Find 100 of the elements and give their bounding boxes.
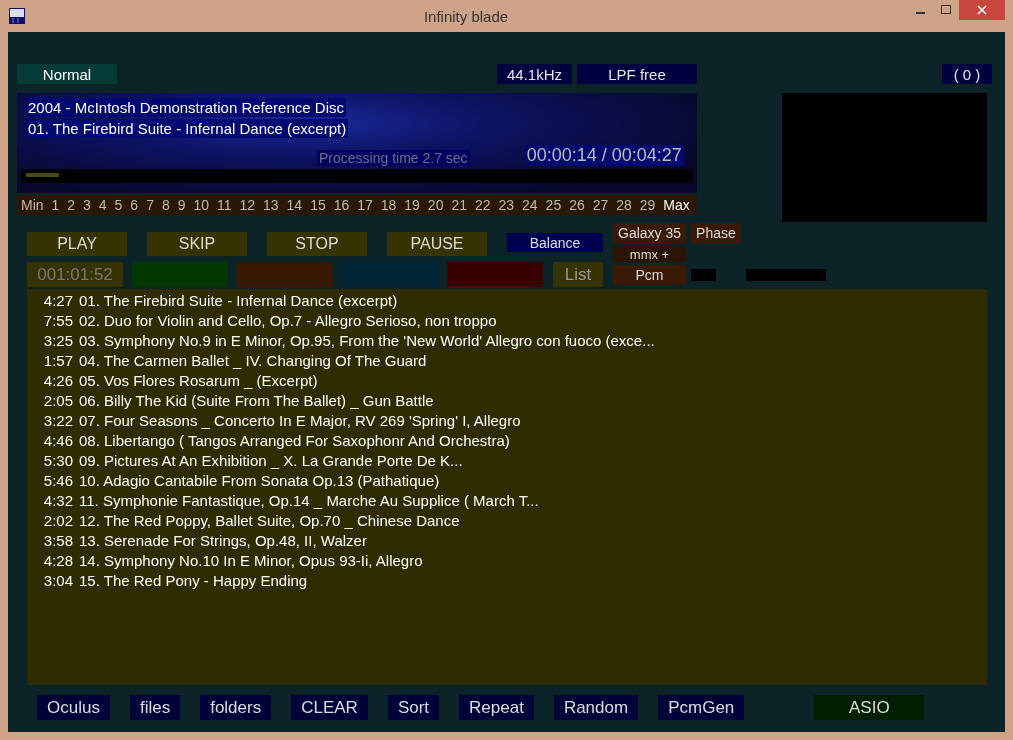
transport-button[interactable]: PAUSE xyxy=(387,232,487,256)
elapsed-time: 001:01:52 xyxy=(27,262,123,287)
scale-step[interactable]: Min xyxy=(21,195,44,215)
scale-step[interactable]: 1 xyxy=(51,195,60,215)
transport-button[interactable]: PLAY xyxy=(27,232,127,256)
scale-step[interactable]: 28 xyxy=(616,195,632,215)
track-title[interactable]: 01. The Firebird Suite - Infernal Dance (excerpt) xyxy=(79,291,398,311)
scale-step[interactable]: 2 xyxy=(67,195,76,215)
track-title[interactable]: 08. Libertango ( Tangos Arranged For Saxophonr And Orchestra) xyxy=(79,431,510,451)
track-title[interactable]: 12. The Red Poppy, Ballet Suite, Op.70 _ Chinese Dance xyxy=(79,511,460,531)
album-title: 2004 - McIntosh Demonstration Reference Disc xyxy=(26,98,346,117)
scale-step[interactable]: 14 xyxy=(286,195,303,215)
scale-step[interactable]: 3 xyxy=(83,195,91,215)
track-duration: 3:22 xyxy=(42,411,73,431)
track-duration: 3:04 xyxy=(42,571,73,591)
playback-time: 00:00:14 / 00:04:27 xyxy=(524,145,684,166)
track-duration: 4:32 xyxy=(42,491,73,511)
track-title[interactable]: 09. Pictures At An Exhibition _ X. La Grande Porte De K... xyxy=(79,451,463,471)
scale-step[interactable]: 11 xyxy=(216,195,232,215)
scale-step[interactable]: 6 xyxy=(130,195,139,215)
scale-step[interactable]: 23 xyxy=(498,195,515,215)
scale-step[interactable]: 12 xyxy=(239,195,256,215)
toolbar-button[interactable]: ASIO xyxy=(814,695,925,720)
toolbar-button[interactable]: folders xyxy=(200,695,272,720)
minimize-icon xyxy=(915,12,925,14)
scale-step[interactable]: 5 xyxy=(114,195,123,215)
track-title[interactable]: 13. Serenade For Strings, Op.48, II, Walzer xyxy=(79,531,367,551)
mode-label: Normal xyxy=(17,64,117,84)
track-title[interactable]: 11. Symphonie Fantastique, Op.14 _ Marche Au Supplice ( March T... xyxy=(79,491,539,511)
sample-rate-label: 44.1kHz xyxy=(497,64,572,84)
scale-step[interactable]: 9 xyxy=(177,195,186,215)
scale-step[interactable]: 24 xyxy=(522,195,538,215)
toolbar-button[interactable]: files xyxy=(129,695,181,720)
track-title[interactable]: 06. Billy The Kid (Suite From The Ballet) _ Gun Battle xyxy=(79,391,434,411)
color-swatch[interactable] xyxy=(237,262,333,287)
pcm-button[interactable]: Pcm xyxy=(613,265,687,285)
track-title: 01. The Firebird Suite - Infernal Dance (excerpt) xyxy=(26,119,349,138)
track-duration: 4:26 xyxy=(42,371,73,391)
track-title[interactable]: 04. The Carmen Ballet _ IV. Changing Of The Guard xyxy=(79,351,427,371)
scale-step[interactable]: 7 xyxy=(146,195,154,215)
track-duration: 3:25 xyxy=(42,331,73,351)
progress-bar[interactable] xyxy=(21,169,693,183)
toolbar-button[interactable]: Random xyxy=(553,695,639,720)
track-title[interactable]: 10. Adagio Cantabile From Sonata Op.13 (Pathatique) xyxy=(79,471,440,491)
scale-step[interactable]: 22 xyxy=(474,195,491,215)
scale-step[interactable]: 19 xyxy=(404,195,420,215)
scale-step[interactable]: 20 xyxy=(427,195,444,215)
scale-step[interactable]: 25 xyxy=(545,195,562,215)
toolbar-button[interactable]: Sort xyxy=(387,695,440,720)
track-duration: 1:57 xyxy=(42,351,73,371)
scale-step[interactable]: 8 xyxy=(161,195,170,215)
filter-label: LPF free xyxy=(577,64,697,84)
maximize-icon xyxy=(941,5,951,15)
scale-step[interactable]: 18 xyxy=(380,195,397,215)
scale-step[interactable]: 15 xyxy=(310,195,326,215)
processing-time: Processing time 2.7 sec xyxy=(317,150,470,166)
track-duration: 2:02 xyxy=(42,511,73,531)
list-button[interactable]: List xyxy=(553,262,603,287)
counter-label: ( 0 ) xyxy=(942,64,992,84)
toolbar-button[interactable]: Repeat xyxy=(459,695,534,720)
scale-step[interactable]: 21 xyxy=(451,195,467,215)
scale-step[interactable]: Max xyxy=(663,195,690,215)
transport-button[interactable]: SKIP xyxy=(147,232,247,256)
scale-step[interactable]: 17 xyxy=(357,195,373,215)
track-title[interactable]: 03. Symphony No.9 in E Minor, Op.95, From the 'New World' Allegro con fuoco (exce... xyxy=(79,331,655,351)
phase-button[interactable]: Phase xyxy=(691,223,741,243)
track-duration: 4:28 xyxy=(42,551,73,571)
app-logo-icon xyxy=(9,8,25,24)
scale-step[interactable]: 13 xyxy=(263,195,279,215)
scale-step[interactable]: 27 xyxy=(592,195,609,215)
window-title: Infinity blade xyxy=(422,7,510,25)
track-duration: 3:58 xyxy=(42,531,73,551)
transport-button[interactable]: STOP xyxy=(267,232,367,256)
track-title[interactable]: 14. Symphony No.10 In E Minor, Opus 93-Ii, Allegro xyxy=(79,551,423,571)
scale-step[interactable]: 16 xyxy=(333,195,350,215)
indicator-bar xyxy=(691,269,717,281)
track-duration: 5:30 xyxy=(42,451,73,471)
close-icon xyxy=(977,5,987,15)
track-title[interactable]: 07. Four Seasons _ Concerto In E Major, RV 269 'Spring' I, Allegro xyxy=(79,411,521,431)
balance-button[interactable]: Balance xyxy=(507,233,603,252)
scale-step[interactable]: 29 xyxy=(639,195,656,215)
toolbar-button[interactable]: CLEAR xyxy=(291,695,368,720)
scale-step[interactable]: 26 xyxy=(569,195,585,215)
color-swatch[interactable] xyxy=(447,262,543,287)
galaxy-button[interactable]: Galaxy 35 xyxy=(613,223,687,243)
track-duration: 4:46 xyxy=(42,431,73,451)
toolbar-button[interactable]: Oculus xyxy=(37,695,110,720)
track-title[interactable]: 02. Duo for Violin and Cello, Op.7 - Allegro Serioso, non troppo xyxy=(79,311,497,331)
track-duration: 5:46 xyxy=(42,471,73,491)
mmx-button[interactable]: mmx + xyxy=(613,246,687,262)
toolbar-button[interactable]: PcmGen xyxy=(658,695,745,720)
track-title[interactable]: 05. Vos Flores Rosarum _ (Excerpt) xyxy=(79,371,318,391)
close-button[interactable] xyxy=(959,0,1005,20)
scale-step[interactable]: 10 xyxy=(193,195,209,215)
track-duration: 7:55 xyxy=(42,311,73,331)
color-swatch[interactable] xyxy=(132,262,228,287)
scale-step[interactable]: 4 xyxy=(98,195,107,215)
track-duration: 2:05 xyxy=(42,391,73,411)
track-title[interactable]: 15. The Red Pony - Happy Ending xyxy=(79,571,308,591)
track-duration: 4:27 xyxy=(42,291,73,311)
